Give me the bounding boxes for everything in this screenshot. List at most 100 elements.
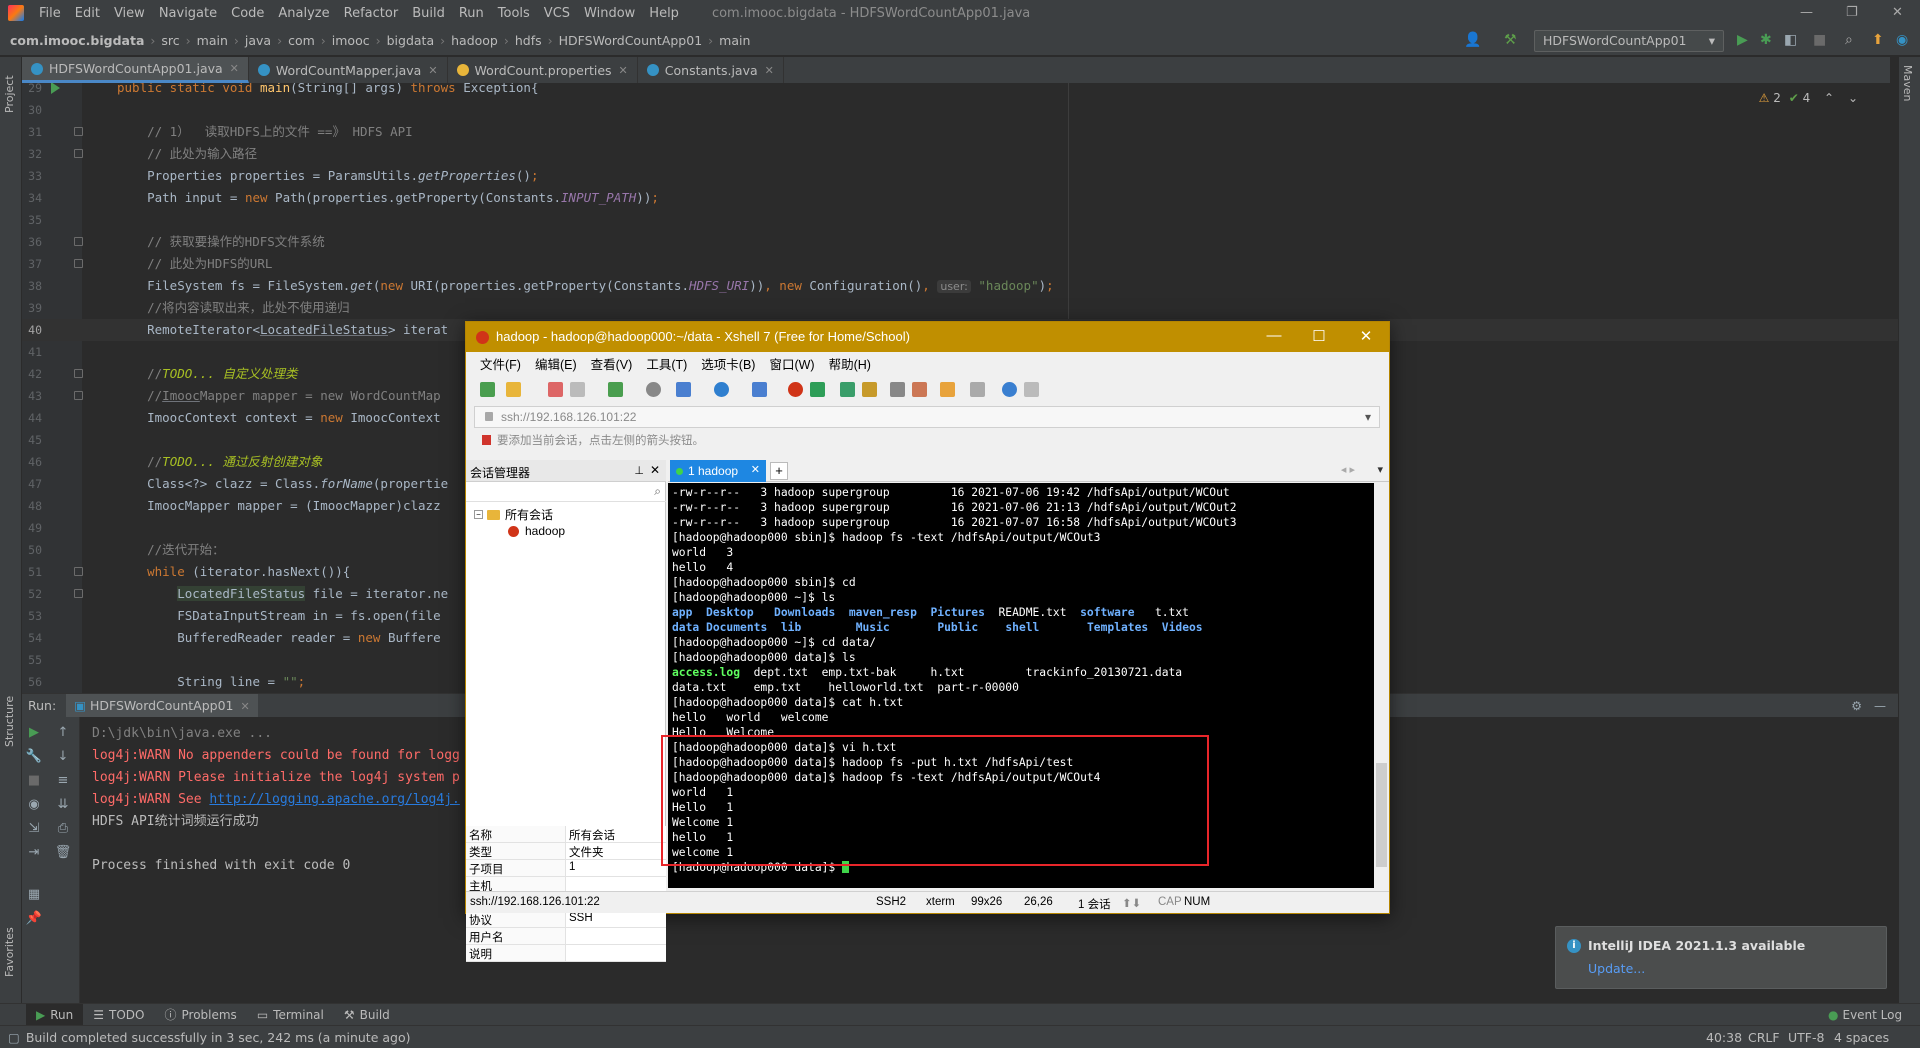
- fold-marker-icon[interactable]: [74, 589, 83, 598]
- fold-marker-icon[interactable]: [74, 391, 83, 400]
- coverage-icon[interactable]: ◧: [1784, 32, 1797, 48]
- fold-marker-icon[interactable]: [74, 149, 83, 158]
- globe-icon[interactable]: [714, 382, 729, 397]
- font-icon[interactable]: [752, 382, 767, 397]
- run-tab[interactable]: ▣ HDFSWordCountApp01 ✕: [66, 693, 258, 718]
- close-icon[interactable]: ✕: [650, 463, 660, 477]
- address-bar[interactable]: ssh://192.168.126.101:22 ▾: [474, 406, 1380, 428]
- code-line[interactable]: 39 //将内容读取出来，此处不使用递归: [22, 297, 1898, 319]
- menu-code[interactable]: Code: [224, 6, 271, 21]
- connect-icon[interactable]: [548, 382, 563, 397]
- editor-tab[interactable]: WordCountMapper.java ✕: [249, 57, 448, 83]
- collapse-icon[interactable]: −: [474, 510, 483, 519]
- reconnect-icon[interactable]: [608, 382, 623, 397]
- restore-icon[interactable]: ❐: [1846, 5, 1858, 20]
- breadcrumb-item[interactable]: src: [161, 33, 179, 48]
- terminal-tab-hadoop[interactable]: 1 hadoop ✕: [670, 460, 766, 482]
- code-line[interactable]: 34 Path input = new Path(properties.getP…: [22, 187, 1898, 209]
- editor-tab[interactable]: HDFSWordCountApp01.java ✕: [22, 57, 249, 83]
- tab-menu-icon[interactable]: ▾: [1377, 463, 1383, 476]
- up-arrow-icon[interactable]: ↑: [54, 725, 72, 740]
- file-encoding[interactable]: UTF-8: [1788, 1030, 1824, 1045]
- user-icon[interactable]: 👤: [1464, 32, 1481, 48]
- close-icon[interactable]: ✕: [1356, 327, 1376, 345]
- xshell-menu-item[interactable]: 帮助(H): [829, 354, 871, 373]
- chevron-down-icon[interactable]: ▾: [1365, 410, 1371, 424]
- fullscreen-icon[interactable]: [840, 382, 855, 397]
- script-icon[interactable]: [940, 382, 955, 397]
- menu-window[interactable]: Window: [577, 6, 642, 21]
- fold-marker-icon[interactable]: [74, 567, 83, 576]
- layout-icon[interactable]: ▦: [25, 887, 43, 902]
- run-gutter-icon[interactable]: [51, 83, 60, 94]
- run-icon[interactable]: ▶: [1737, 32, 1748, 48]
- stop-icon[interactable]: ■: [1813, 32, 1826, 48]
- breadcrumb-item[interactable]: com: [288, 33, 315, 48]
- update-link[interactable]: Update...: [1588, 961, 1645, 976]
- event-log-button[interactable]: ● Event Log: [1818, 1008, 1912, 1022]
- build-hammer-icon[interactable]: ⚒: [1504, 32, 1517, 48]
- ide-logo-icon[interactable]: ◉: [1896, 32, 1908, 48]
- tree-node-hadoop[interactable]: hadoop: [508, 524, 565, 538]
- layout-icon[interactable]: [970, 382, 985, 397]
- xshell-icon[interactable]: [788, 382, 803, 397]
- run-configuration-select[interactable]: HDFSWordCountApp01 ▾: [1534, 30, 1724, 52]
- menu-vcs[interactable]: VCS: [537, 6, 577, 21]
- print-icon[interactable]: ⎙: [54, 821, 72, 836]
- breadcrumb-item[interactable]: imooc: [332, 33, 370, 48]
- menu-help[interactable]: Help: [642, 6, 686, 21]
- code-line[interactable]: 38 FileSystem fs = FileSystem.get(new UR…: [22, 275, 1898, 297]
- maven-tool-button[interactable]: Maven: [1901, 65, 1914, 101]
- xshell-menu-item[interactable]: 窗口(W): [769, 354, 814, 373]
- line-separator[interactable]: CRLF: [1748, 1030, 1780, 1045]
- code-line[interactable]: 33 Properties properties = ParamsUtils.g…: [22, 165, 1898, 187]
- todo-tool-button[interactable]: ☰ TODO: [83, 1008, 154, 1022]
- close-tab-icon[interactable]: ✕: [765, 64, 774, 77]
- close-tab-icon[interactable]: ✕: [241, 700, 250, 713]
- properties-icon[interactable]: [676, 382, 691, 397]
- find-icon[interactable]: [646, 382, 661, 397]
- chevron-up-icon[interactable]: ⌃: [1824, 91, 1834, 105]
- structure-tool-button[interactable]: Structure: [3, 696, 16, 747]
- xshell-menu-item[interactable]: 选项卡(B): [701, 354, 755, 373]
- fold-marker-icon[interactable]: [74, 259, 83, 268]
- console-link[interactable]: http://logging.apache.org/log4j.: [209, 792, 459, 807]
- highlight-icon[interactable]: [912, 382, 927, 397]
- favorites-tool-button[interactable]: Favorites: [3, 927, 16, 977]
- editor-tab[interactable]: Constants.java ✕: [638, 57, 784, 83]
- build-tool-button[interactable]: ⚒ Build: [334, 1008, 400, 1022]
- restore-layout-icon[interactable]: ⇲: [25, 821, 43, 836]
- trash-icon[interactable]: 🗑: [54, 845, 72, 860]
- terminal-scrollbar[interactable]: [1374, 483, 1389, 888]
- code-line[interactable]: 32 // 此处为输入路径: [22, 143, 1898, 165]
- close-tab-icon[interactable]: ✕: [619, 64, 628, 77]
- scrollbar-thumb[interactable]: [1376, 763, 1387, 867]
- fold-marker-icon[interactable]: [74, 369, 83, 378]
- code-line[interactable]: 31 // 1） 读取HDFS上的文件 ==》 HDFS API: [22, 121, 1898, 143]
- close-tab-icon[interactable]: ✕: [751, 463, 760, 476]
- add-tab-button[interactable]: +: [770, 462, 788, 480]
- xshell-menu-item[interactable]: 文件(F): [480, 354, 521, 373]
- close-icon[interactable]: ✕: [1892, 5, 1903, 20]
- breadcrumb-item[interactable]: bigdata: [387, 33, 435, 48]
- soft-wrap-icon[interactable]: ≡: [54, 773, 72, 788]
- menu-build[interactable]: Build: [405, 6, 452, 21]
- pin-icon[interactable]: ⊥: [634, 464, 644, 477]
- menu-view[interactable]: View: [107, 6, 152, 21]
- code-line[interactable]: 37 // 此处为HDFS的URL: [22, 253, 1898, 275]
- wrench-icon[interactable]: 🔧: [25, 749, 43, 764]
- new-session-icon[interactable]: [480, 382, 495, 397]
- tree-node-all-sessions[interactable]: − 所有会话: [474, 506, 553, 523]
- xshell-menu-item[interactable]: 工具(T): [646, 354, 687, 373]
- breadcrumb-item[interactable]: hdfs: [515, 33, 542, 48]
- chevron-down-icon[interactable]: ⌄: [1848, 91, 1858, 105]
- code-line[interactable]: 29 public static void main(String[] args)…: [22, 83, 1898, 99]
- menu-file[interactable]: File: [32, 6, 68, 21]
- terminal-tool-button[interactable]: ▭ Terminal: [247, 1008, 334, 1022]
- search-icon[interactable]: ⌕: [1845, 32, 1853, 48]
- inspection-widget[interactable]: ⚠ 2 ✔ 4 ⌃ ⌄: [1759, 91, 1858, 105]
- tab-scroll-icon[interactable]: ◂ ▸: [1341, 463, 1355, 476]
- pin-icon[interactable]: 📌: [25, 911, 43, 926]
- close-tab-icon[interactable]: ✕: [428, 64, 437, 77]
- project-tool-button[interactable]: Project: [3, 75, 16, 113]
